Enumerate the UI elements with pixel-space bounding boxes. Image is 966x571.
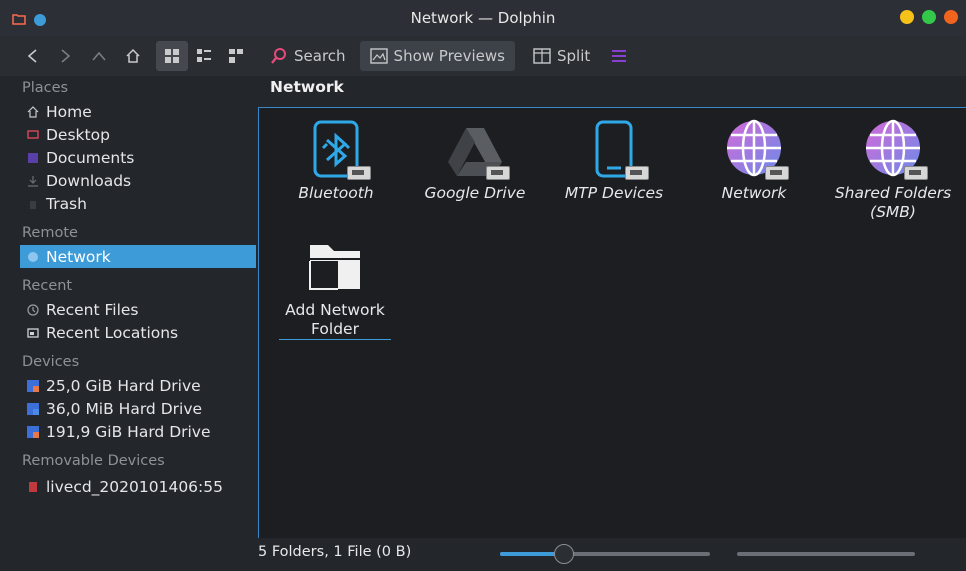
sidebar-item-drive-2[interactable]: 36,0 MiB Hard Drive (12, 397, 252, 420)
file-item-label: Shared Folders (SMB) (834, 184, 952, 221)
sidebar-item-label: Trash (46, 194, 87, 213)
home-icon (126, 48, 140, 63)
add-folder-icon (302, 237, 368, 303)
file-item-label: MTP Devices (564, 184, 664, 202)
sidebar-item-label: Documents (46, 148, 135, 167)
sidebar-item-label: Downloads (46, 171, 132, 190)
section-places: Places (22, 80, 69, 96)
show-previews-button[interactable]: Show Previews (359, 41, 515, 71)
home-icon (26, 105, 40, 119)
search-button[interactable]: Search (260, 41, 356, 71)
section-recent: Recent (22, 278, 73, 294)
globe-icon (721, 118, 789, 184)
forward-button[interactable] (48, 41, 82, 71)
home-button[interactable] (116, 41, 150, 71)
icons-view-icon (165, 49, 179, 63)
details-view-button[interactable] (220, 41, 252, 71)
sidebar-item-network[interactable]: Network (20, 245, 256, 268)
details-view-icon (229, 49, 243, 63)
arrow-left-icon (27, 49, 37, 63)
sidebar-item-desktop[interactable]: Desktop (12, 123, 252, 146)
hard-drive-icon (26, 425, 40, 439)
sidebar-item-home[interactable]: Home (12, 100, 252, 123)
sidebar-item-label: Home (46, 102, 92, 121)
documents-icon (26, 151, 40, 165)
network-icon (26, 250, 40, 264)
sidebar-item-label: Desktop (46, 125, 110, 144)
pin-icon[interactable] (34, 13, 46, 26)
places-panel: Places Home Desktop Documents Downloads … (12, 76, 256, 556)
split-view-icon (533, 48, 551, 64)
toolbar: Search Show Previews Split (0, 36, 966, 76)
compact-view-icon (197, 49, 211, 62)
sidebar-item-documents[interactable]: Documents (12, 146, 252, 169)
desktop-icon (26, 128, 40, 142)
show-previews-label: Show Previews (393, 47, 505, 65)
app-menu-icon[interactable] (12, 10, 26, 29)
search-icon (271, 48, 286, 64)
breadcrumb[interactable]: Network (270, 78, 344, 96)
split-label: Split (557, 47, 591, 65)
section-remote: Remote (22, 225, 78, 241)
back-button[interactable] (18, 41, 48, 71)
image-preview-icon (369, 48, 388, 64)
free-space-bar (737, 552, 915, 556)
sidebar-item-label: 36,0 MiB Hard Drive (46, 399, 203, 418)
sidebar-item-label: Recent Locations (46, 323, 179, 342)
sidebar-item-recent-locations[interactable]: Recent Locations (12, 321, 252, 344)
close-button[interactable] (944, 10, 958, 24)
sidebar-item-drive-1[interactable]: 25,0 GiB Hard Drive (12, 374, 252, 397)
search-label: Search (294, 47, 346, 65)
sidebar-item-label: Network (46, 247, 111, 266)
dolphin-window: Network — Dolphin Search Show Previews S… (0, 0, 966, 571)
file-item-mtp-devices[interactable]: MTP Devices (549, 118, 679, 203)
downloads-icon (26, 174, 40, 188)
file-item-label: Google Drive (424, 184, 526, 202)
zoom-slider-handle[interactable] (554, 544, 574, 564)
maximize-button[interactable] (922, 10, 936, 24)
section-devices: Devices (22, 354, 80, 370)
title-bar: Network — Dolphin (0, 0, 966, 36)
mtp-device-icon (581, 118, 649, 184)
file-item-label: Bluetooth (298, 184, 374, 202)
sidebar-item-label: 191,9 GiB Hard Drive (46, 422, 211, 441)
google-drive-icon (442, 118, 510, 184)
file-item-label: Network (721, 184, 787, 202)
trash-icon (26, 197, 40, 211)
file-item-shared-folders-smb[interactable]: Shared Folders (SMB) (828, 118, 958, 222)
bluetooth-icon (303, 118, 371, 184)
file-item-google-drive[interactable]: Google Drive (410, 118, 540, 203)
focus-underline (279, 339, 391, 340)
file-item-add-network-folder[interactable]: Add Network Folder (270, 237, 400, 339)
sidebar-item-label: 25,0 GiB Hard Drive (46, 376, 201, 395)
split-button[interactable]: Split (523, 41, 600, 71)
compact-view-button[interactable] (188, 41, 220, 71)
file-item-label: Add Network Folder (285, 301, 385, 338)
window-title: Network — Dolphin (410, 9, 556, 27)
recent-files-icon (26, 303, 40, 317)
sidebar-item-label: livecd_2020101406:55 (46, 477, 223, 496)
hamburger-menu-icon (612, 50, 627, 62)
icons-view-button[interactable] (156, 41, 188, 71)
sidebar-item-recent-files[interactable]: Recent Files (12, 298, 252, 321)
hamburger-menu-button[interactable] (604, 41, 634, 71)
globe-icon (860, 118, 928, 184)
sidebar-item-livecd[interactable]: livecd_2020101406:55 (12, 475, 252, 498)
recent-locations-icon (26, 326, 40, 340)
sidebar-item-trash[interactable]: Trash (12, 192, 252, 215)
sidebar-item-label: Recent Files (46, 300, 139, 319)
file-item-network[interactable]: Network (689, 118, 819, 203)
hard-drive-icon (26, 379, 40, 393)
sidebar-item-downloads[interactable]: Downloads (12, 169, 252, 192)
optical-disc-icon (26, 480, 40, 494)
section-removable-devices: Removable Devices (22, 453, 165, 469)
hard-drive-icon (26, 402, 40, 416)
arrow-up-icon (92, 51, 106, 61)
sidebar-item-drive-3[interactable]: 191,9 GiB Hard Drive (12, 420, 252, 443)
file-item-bluetooth[interactable]: Bluetooth (271, 118, 401, 203)
status-text: 5 Folders, 1 File (0 B) (258, 544, 412, 560)
minimize-button[interactable] (900, 10, 914, 24)
arrow-right-icon (61, 49, 71, 63)
up-button[interactable] (82, 41, 116, 71)
